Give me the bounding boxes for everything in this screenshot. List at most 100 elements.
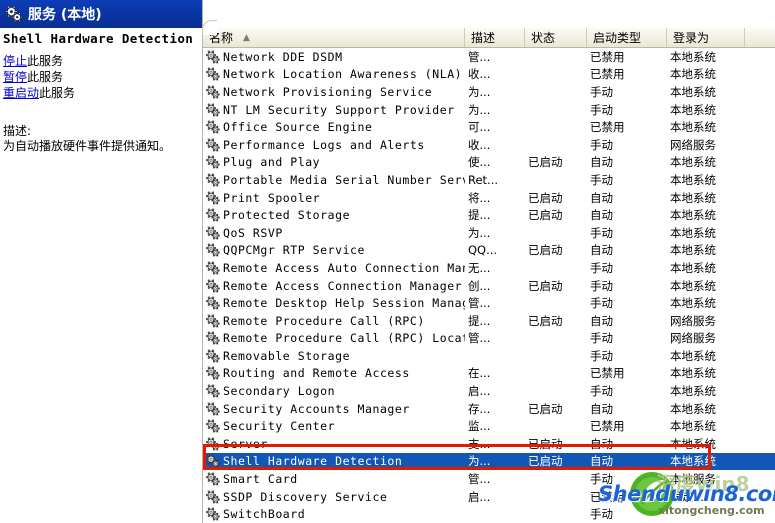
service-gear-icon bbox=[206, 103, 220, 117]
cell-startup-type: 自动 bbox=[590, 208, 613, 223]
table-row[interactable]: Removable Storage 手动 本地系统 bbox=[203, 347, 775, 365]
table-row[interactable]: Print Spooler 将... 已启动 自动 本地系统 bbox=[203, 189, 775, 207]
cell-status: 已启动 bbox=[528, 190, 563, 205]
cell-description: 为... bbox=[468, 454, 491, 469]
cell-startup-type: 手动 bbox=[590, 260, 613, 275]
table-row[interactable]: Routing and Remote Access 在... 已禁用 本地系统 bbox=[203, 365, 775, 383]
cell-logon-as: 本地系统 bbox=[670, 49, 716, 64]
table-row[interactable]: Remote Procedure Call (RPC) 提... 已启动 自动 网络服务 bbox=[203, 312, 775, 330]
service-gear-icon bbox=[206, 384, 220, 398]
cell-startup-type: 手动 bbox=[590, 137, 613, 152]
service-name-label: Remote Procedure Call (RPC) bbox=[223, 313, 425, 328]
cell-logon-as: 本地系统 bbox=[670, 419, 716, 434]
table-row[interactable]: Portable Media Serial Number ServiceRet.… bbox=[203, 171, 775, 189]
service-name-label: Network DDE DSDM bbox=[223, 49, 343, 64]
table-row[interactable]: Secondary Logon 启... 手动 本地系统 bbox=[203, 382, 775, 400]
cell-description: 启... bbox=[468, 384, 491, 399]
cell-status: 已启动 bbox=[528, 278, 563, 293]
table-row[interactable]: SSDP Discovery Service 启... 已禁用 限定... bbox=[203, 488, 775, 506]
table-row[interactable]: QoS RSVP 为... 手动 本地系统 bbox=[203, 224, 775, 242]
table-row[interactable]: Smart Card 管... 手动 本地服务 bbox=[203, 470, 775, 488]
cell-logon-as: 本地系统 bbox=[670, 260, 716, 275]
services-list-rows[interactable]: Network DDE DSDM 管... 已禁用 本地系统 Network Locat… bbox=[203, 48, 775, 523]
service-gear-icon bbox=[206, 67, 220, 81]
selected-service-name: Shell Hardware Detection bbox=[3, 31, 194, 46]
service-gear-icon bbox=[206, 331, 220, 345]
table-row[interactable]: Security Accounts Manager 存... 已启动 自动 本地系统 bbox=[203, 400, 775, 418]
cell-startup-type: 自动 bbox=[590, 436, 613, 451]
table-row[interactable]: NT LM Security Support Provider 为... 手动 本地系… bbox=[203, 101, 775, 119]
cell-service-name: SSDP Discovery Service bbox=[203, 490, 465, 504]
table-row[interactable]: Remote Access Auto Connection Manager无..… bbox=[203, 259, 775, 277]
service-name-label: Performance Logs and Alerts bbox=[223, 137, 425, 152]
table-row[interactable]: Performance Logs and Alerts 收... 手动 网络服务 bbox=[203, 136, 775, 154]
table-row[interactable]: QQPCMgr RTP Service QQ... 已启动 自动 本地系统 bbox=[203, 242, 775, 260]
service-gear-icon bbox=[206, 173, 220, 187]
cell-startup-type: 已禁用 bbox=[590, 489, 625, 504]
cell-logon-as: 本地系统 bbox=[670, 102, 716, 117]
table-row[interactable]: Office Source Engine 可... 已禁用 本地系统 bbox=[203, 118, 775, 136]
cell-service-name: Network Provisioning Service bbox=[203, 85, 465, 99]
services-gear-icon bbox=[5, 5, 23, 23]
cell-description: 使... bbox=[468, 155, 491, 170]
table-row[interactable]: Plug and Play 使... 已启动 自动 本地系统 bbox=[203, 154, 775, 172]
services-list-panel: 名称 ▲ 描述 状态 启动类型 登录为 Network DDE DSDM 管...… bbox=[202, 0, 775, 523]
cell-status: 已启动 bbox=[528, 401, 563, 416]
pause-service-action[interactable]: 暂停此服务 bbox=[3, 70, 202, 85]
cell-service-name: Protected Storage bbox=[203, 208, 465, 222]
cell-startup-type: 手动 bbox=[590, 331, 613, 346]
stop-service-link[interactable]: 停止 bbox=[3, 54, 27, 68]
service-gear-icon bbox=[206, 50, 220, 64]
service-name-label: Office Source Engine bbox=[223, 120, 373, 135]
cell-logon-as: 本地系统 bbox=[670, 366, 716, 381]
restart-service-link[interactable]: 重启动 bbox=[3, 86, 39, 100]
cell-description: 将... bbox=[468, 190, 491, 205]
table-row[interactable]: SwitchBoard 手动 bbox=[203, 505, 775, 523]
cell-service-name: QoS RSVP bbox=[203, 226, 465, 240]
table-row[interactable]: Protected Storage 提... 已启动 自动 本地系统 bbox=[203, 206, 775, 224]
service-name-label: Network Location Awareness (NLA) bbox=[223, 67, 463, 82]
cell-startup-type: 手动 bbox=[590, 384, 613, 399]
table-row[interactable]: Remote Procedure Call (RPC) Locator 管... 手… bbox=[203, 330, 775, 348]
column-header-name[interactable]: 名称 ▲ bbox=[203, 28, 465, 47]
service-gear-icon bbox=[206, 402, 220, 416]
stop-service-action[interactable]: 停止此服务 bbox=[3, 54, 202, 69]
cell-startup-type: 已禁用 bbox=[590, 67, 625, 82]
service-name-label: SwitchBoard bbox=[223, 507, 306, 522]
column-header-logon-as[interactable]: 登录为 bbox=[667, 28, 745, 47]
table-row[interactable]: Security Center 监... 已禁用 本地系统 bbox=[203, 417, 775, 435]
cell-description: 管... bbox=[468, 49, 491, 64]
restart-service-suffix: 此服务 bbox=[39, 86, 76, 100]
table-row[interactable]: Remote Access Connection Manager 创... 已启动 手… bbox=[203, 277, 775, 295]
column-header-status[interactable]: 状态 bbox=[525, 28, 587, 47]
service-name-label: Network Provisioning Service bbox=[223, 84, 433, 99]
cell-service-name: Security Center bbox=[203, 419, 465, 433]
service-gear-icon bbox=[206, 138, 220, 152]
cell-logon-as: 本地系统 bbox=[670, 401, 716, 416]
service-gear-icon bbox=[206, 261, 220, 275]
service-name-label: NT LM Security Support Provider bbox=[223, 102, 455, 117]
table-row[interactable]: Shell Hardware Detection 为... 已启动 自动 本地系统 bbox=[203, 452, 775, 471]
cell-description: 在... bbox=[468, 366, 491, 381]
column-header-description[interactable]: 描述 bbox=[465, 28, 525, 47]
table-row[interactable]: Network Provisioning Service 为... 手动 本地系统 bbox=[203, 83, 775, 101]
cell-logon-as: 本地系统 bbox=[670, 208, 716, 223]
description-heading: 描述: bbox=[3, 124, 32, 138]
cell-startup-type: 已禁用 bbox=[590, 49, 625, 64]
restart-service-action[interactable]: 重启动此服务 bbox=[3, 86, 202, 101]
cell-service-name: Office Source Engine bbox=[203, 120, 465, 134]
table-row[interactable]: Network Location Awareness (NLA) 收... 已禁用 本… bbox=[203, 66, 775, 84]
service-gear-icon bbox=[206, 191, 220, 205]
service-name-label: Protected Storage bbox=[223, 208, 351, 223]
cell-startup-type: 手动 bbox=[590, 102, 613, 117]
table-row[interactable]: Network DDE DSDM 管... 已禁用 本地系统 bbox=[203, 48, 775, 66]
cell-startup-type: 手动 bbox=[590, 84, 613, 99]
table-row[interactable]: Server 支... 已启动 自动 本地系统 bbox=[203, 435, 775, 453]
pause-service-link[interactable]: 暂停 bbox=[3, 70, 27, 84]
service-name-label: Smart Card bbox=[223, 472, 298, 487]
table-row[interactable]: Remote Desktop Help Session Manager 管... 手… bbox=[203, 294, 775, 312]
cell-logon-as: 本地系统 bbox=[670, 278, 716, 293]
service-name-label: Security Accounts Manager bbox=[223, 401, 410, 416]
cell-status: 已启动 bbox=[528, 313, 563, 328]
column-header-startup-type[interactable]: 启动类型 bbox=[587, 28, 667, 47]
